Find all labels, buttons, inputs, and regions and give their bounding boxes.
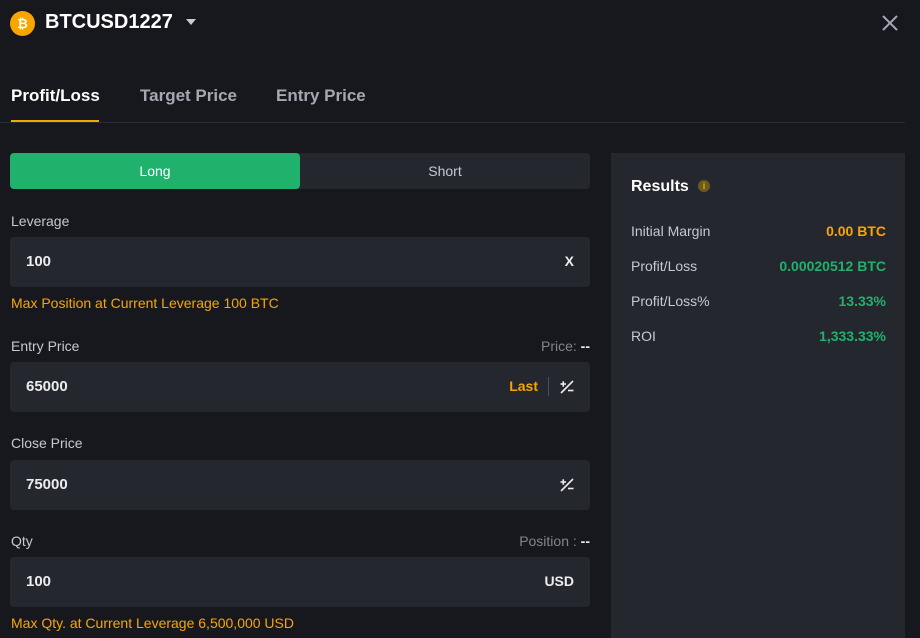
result-value: 13.33% <box>838 293 886 309</box>
plus-minus-icon[interactable] <box>559 477 575 493</box>
close-price-label: Close Price <box>11 435 83 451</box>
entry-price-label: Entry Price <box>11 338 80 354</box>
close-price-value[interactable]: 75000 <box>26 476 68 493</box>
entry-price-value[interactable]: 65000 <box>26 378 68 395</box>
qty-value[interactable]: 100 <box>26 573 51 590</box>
price-aux-label: Price: <box>540 338 577 354</box>
long-button[interactable]: Long <box>10 153 300 189</box>
info-icon[interactable]: i <box>698 180 710 192</box>
position-aux-label: Position : <box>519 533 577 549</box>
tab-target-price[interactable]: Target Price <box>140 86 237 106</box>
qty-label: Qty <box>11 533 33 549</box>
entry-price-aux: Price: -- <box>541 338 590 354</box>
result-value: 0.00 BTC <box>826 223 886 239</box>
chevron-down-icon[interactable] <box>186 19 196 25</box>
qty-suffix: USD <box>544 573 574 589</box>
max-qty-hint: Max Qty. at Current Leverage 6,500,000 U… <box>11 615 294 631</box>
result-row-roi: ROI 1,333.33% <box>631 328 886 348</box>
leverage-label: Leverage <box>11 213 70 229</box>
leverage-input[interactable]: 100 X <box>10 237 590 287</box>
qty-input[interactable]: 100 USD <box>10 557 590 607</box>
close-price-input[interactable]: 75000 <box>10 460 590 510</box>
header: ₿ BTCUSD1227 <box>0 0 920 46</box>
last-price-button[interactable]: Last <box>509 378 538 394</box>
tab-profit-loss[interactable]: Profit/Loss <box>11 86 100 106</box>
leverage-suffix: X <box>564 253 574 269</box>
results-title: Results <box>631 178 689 195</box>
entry-price-input[interactable]: 65000 Last <box>10 362 590 412</box>
close-icon[interactable] <box>879 12 901 34</box>
short-button[interactable]: Short <box>300 153 590 189</box>
results-panel: Results i Initial Margin 0.00 BTC Profit… <box>611 153 905 638</box>
result-value: 0.00020512 BTC <box>779 258 886 274</box>
price-aux-value: -- <box>580 338 590 354</box>
result-label: Profit/Loss% <box>631 293 710 309</box>
leverage-value[interactable]: 100 <box>26 253 51 270</box>
qty-aux: Position : -- <box>519 533 590 549</box>
divider <box>548 377 549 396</box>
bitcoin-icon: ₿ <box>10 11 35 36</box>
tab-entry-price[interactable]: Entry Price <box>276 86 366 106</box>
calculator-tabs: Profit/Loss Target Price Entry Price <box>0 70 905 123</box>
symbol-selector[interactable]: BTCUSD1227 <box>45 11 173 34</box>
position-aux-value: -- <box>580 533 590 549</box>
result-row-profit-loss-percent: Profit/Loss% 13.33% <box>631 293 886 313</box>
result-label: ROI <box>631 328 656 344</box>
max-position-hint: Max Position at Current Leverage 100 BTC <box>11 295 279 311</box>
result-label: Initial Margin <box>631 223 711 239</box>
plus-minus-icon[interactable] <box>559 379 575 395</box>
result-row-initial-margin: Initial Margin 0.00 BTC <box>631 223 886 243</box>
side-toggle: Long Short <box>10 153 590 189</box>
result-value: 1,333.33% <box>819 328 886 344</box>
result-row-profit-loss: Profit/Loss 0.00020512 BTC <box>631 258 886 278</box>
active-tab-indicator <box>11 120 99 122</box>
result-label: Profit/Loss <box>631 258 698 274</box>
